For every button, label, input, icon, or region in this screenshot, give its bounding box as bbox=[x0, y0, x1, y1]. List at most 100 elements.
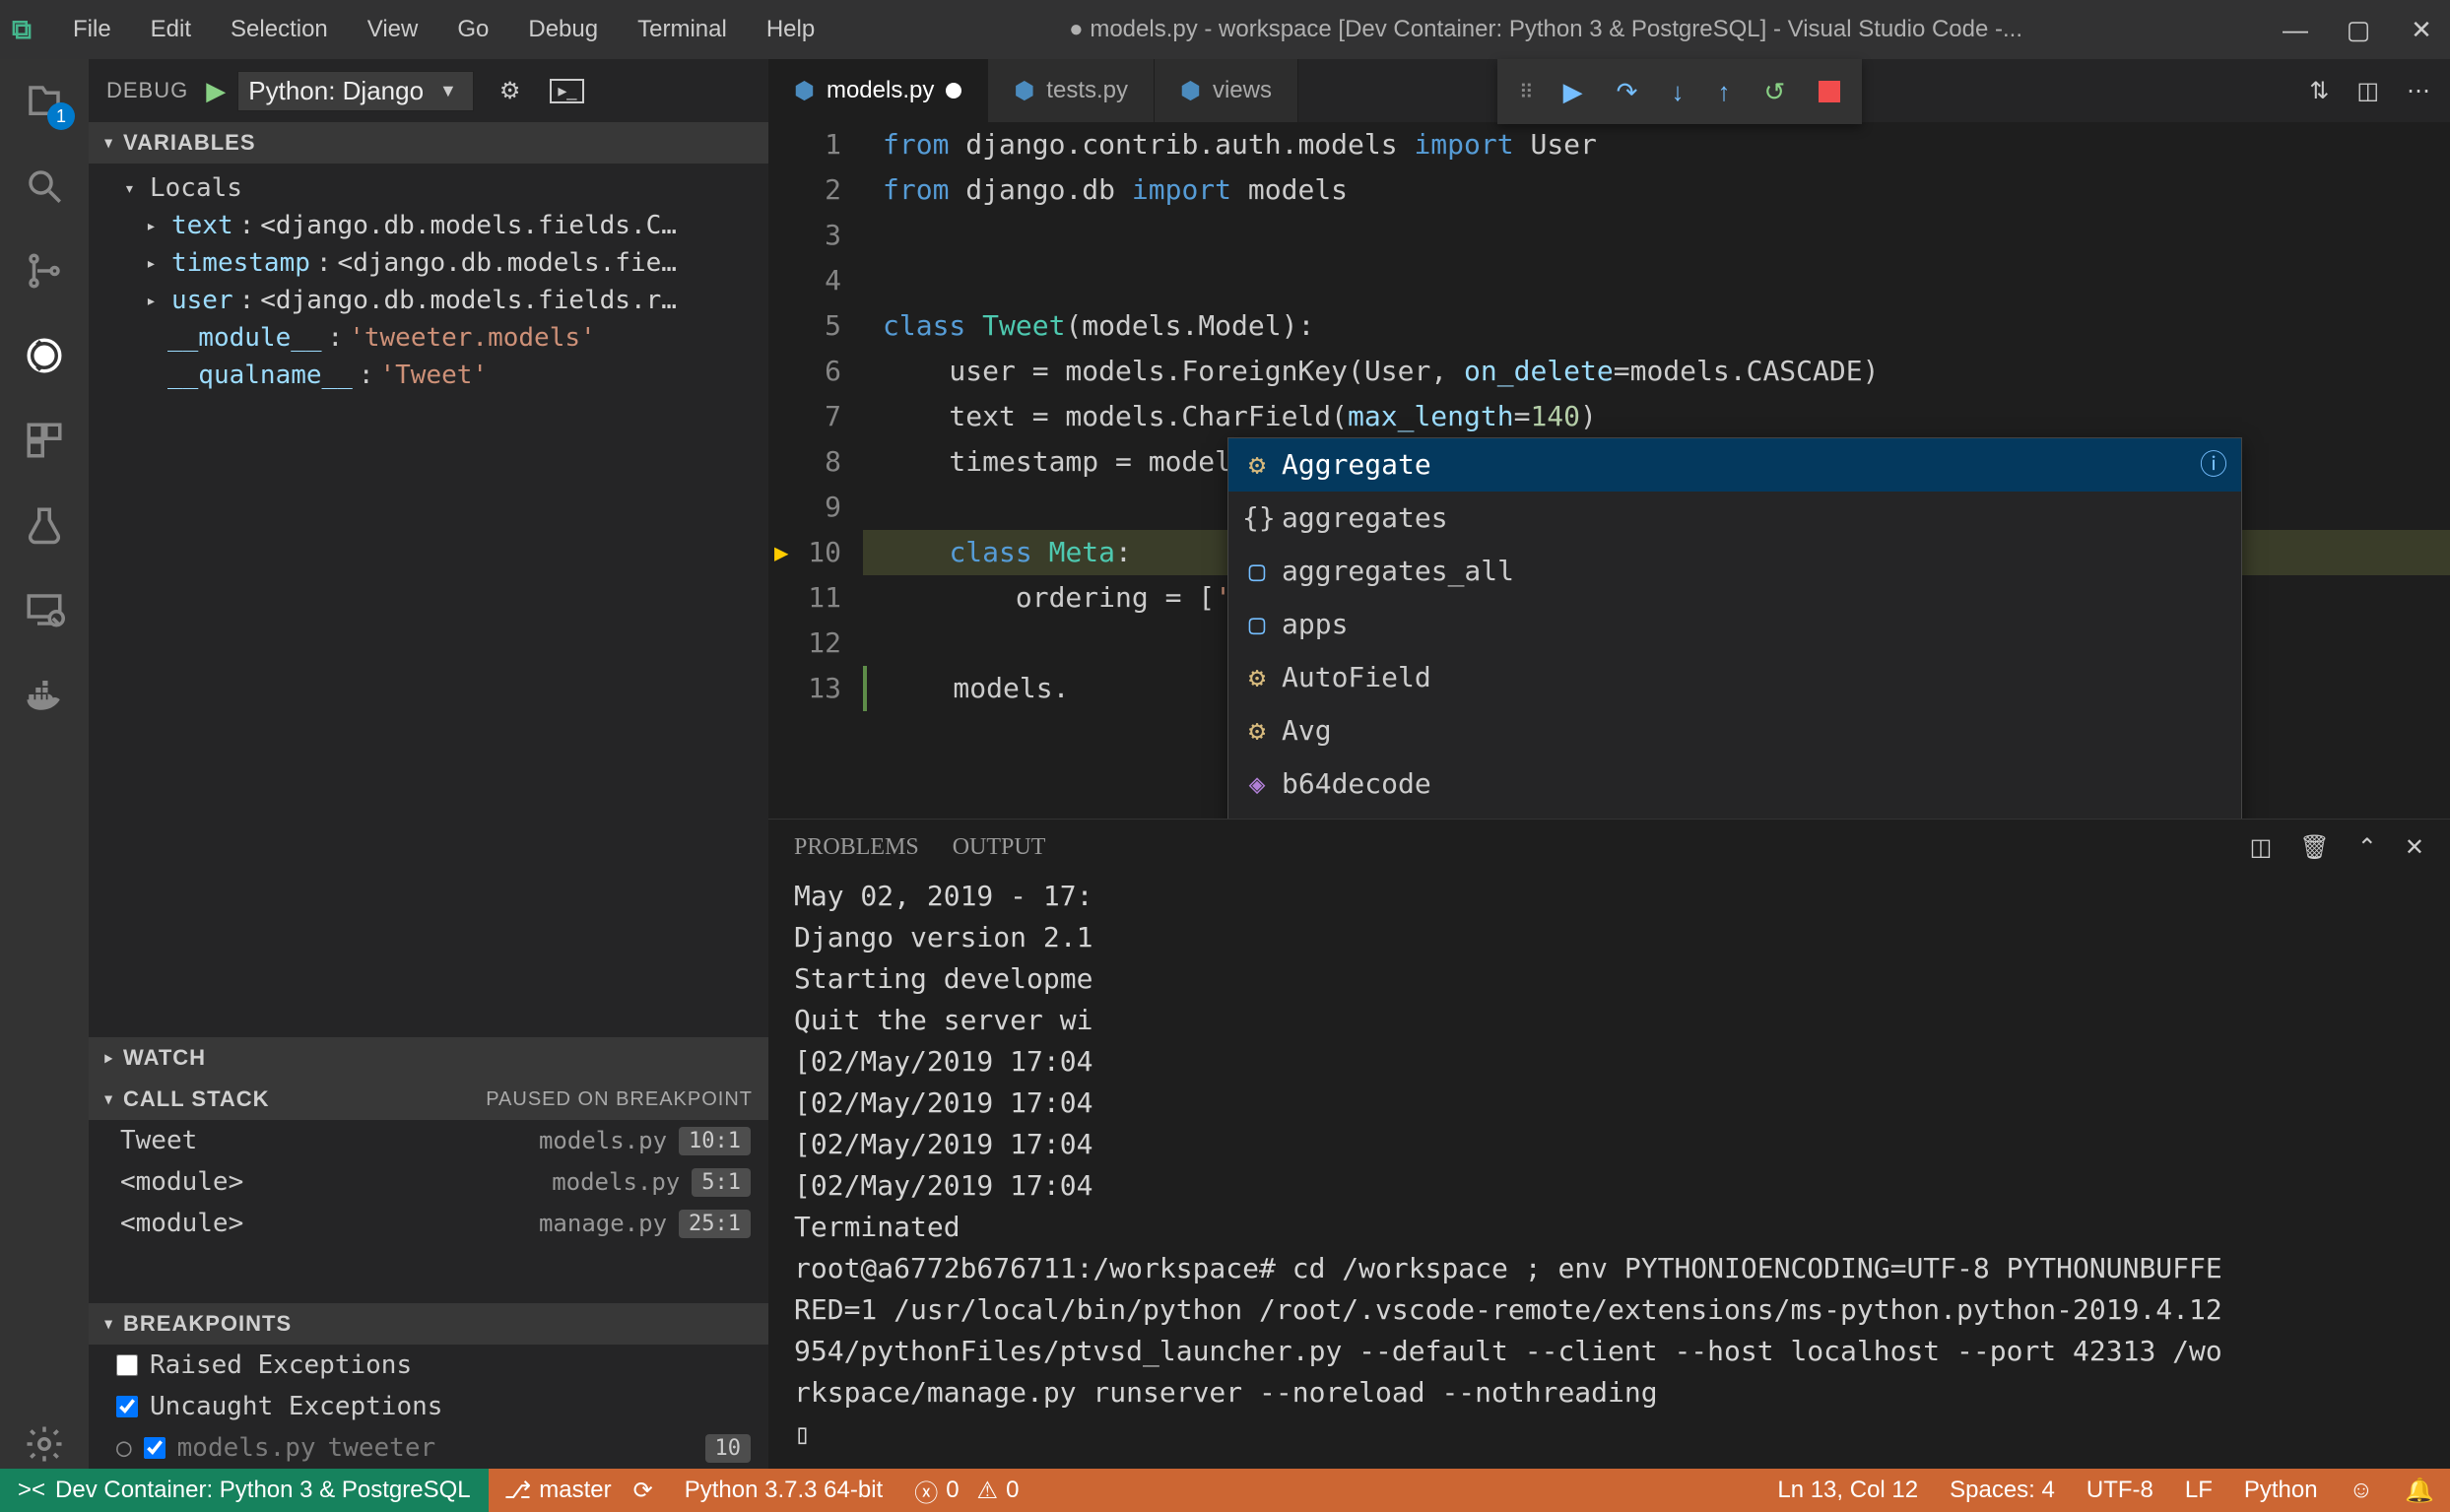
indentation[interactable]: Spaces: 4 bbox=[1934, 1477, 2071, 1504]
close-icon[interactable]: ✕ bbox=[2405, 13, 2438, 46]
bp-file[interactable]: ○ models.py tweeter 10 bbox=[89, 1427, 768, 1469]
remote-icon: >< bbox=[18, 1477, 45, 1504]
maximize-icon[interactable]: ▢ bbox=[2342, 13, 2375, 46]
problems-status[interactable]: ⓧ0 ⚠0 bbox=[898, 1474, 1034, 1508]
info-icon[interactable]: ⓘ bbox=[2200, 442, 2227, 488]
callstack-row[interactable]: Tweet models.py 10:1 bbox=[89, 1120, 768, 1161]
panel-tab-problems[interactable]: PROBLEMS bbox=[794, 834, 919, 861]
suggest-item[interactable]: ◈b64decode bbox=[1228, 757, 2241, 811]
intellisense-suggest[interactable]: ⚙Aggregateⓘ {}aggregates ▢aggregates_all… bbox=[1227, 437, 2242, 819]
suggest-item[interactable]: ⚙Avg bbox=[1228, 704, 2241, 757]
panel-close-icon[interactable]: ✕ bbox=[2405, 833, 2424, 862]
menu-debug[interactable]: Debug bbox=[510, 10, 616, 49]
git-branch[interactable]: ⎇ master ⟳ bbox=[489, 1477, 669, 1505]
test-icon[interactable] bbox=[20, 500, 69, 550]
restart-icon[interactable]: ↺ bbox=[1763, 77, 1785, 107]
settings-gear-icon[interactable] bbox=[20, 1419, 69, 1469]
panel-trash-icon[interactable]: 🗑 bbox=[2299, 833, 2329, 862]
encoding[interactable]: UTF-8 bbox=[2071, 1477, 2169, 1504]
menu-go[interactable]: Go bbox=[439, 10, 506, 49]
bp-uncaught-checkbox[interactable] bbox=[116, 1396, 138, 1417]
tab-tests[interactable]: ⬢ tests.py bbox=[988, 59, 1155, 122]
extensions-icon[interactable] bbox=[20, 416, 69, 465]
step-over-icon[interactable]: ↷ bbox=[1617, 77, 1638, 107]
callstack-title: CALL STACK bbox=[123, 1086, 270, 1112]
var-user[interactable]: ▸user: <django.db.models.fields.r… bbox=[116, 282, 768, 319]
search-icon[interactable] bbox=[20, 162, 69, 211]
suggest-item[interactable]: ◈b64encode bbox=[1228, 811, 2241, 819]
panel-split-icon[interactable]: ◫ bbox=[2250, 833, 2273, 862]
chevron-down-icon: ▾ bbox=[104, 1314, 112, 1334]
stop-icon[interactable] bbox=[1819, 81, 1840, 102]
panel: PROBLEMS OUTPUT ◫ 🗑 ⌃ ✕ May 02, 2019 - 1… bbox=[768, 819, 2450, 1469]
docker-icon[interactable] bbox=[20, 670, 69, 719]
watch-title: WATCH bbox=[123, 1045, 206, 1071]
minimize-icon[interactable]: — bbox=[2279, 13, 2312, 46]
language-mode[interactable]: Python bbox=[2228, 1477, 2334, 1504]
debug-icon[interactable] bbox=[20, 331, 69, 380]
cursor-position[interactable]: Ln 13, Col 12 bbox=[1761, 1477, 1934, 1504]
suggest-item[interactable]: ⚙Aggregateⓘ bbox=[1228, 438, 2241, 492]
menu-help[interactable]: Help bbox=[749, 10, 832, 49]
callstack-row[interactable]: <module> manage.py 25:1 bbox=[89, 1203, 768, 1244]
notifications-icon[interactable]: 🔔 bbox=[2389, 1477, 2450, 1505]
debug-config-select[interactable]: Python: Django ▼ bbox=[237, 71, 474, 111]
code-body[interactable]: from django.contrib.auth.models import U… bbox=[863, 122, 2450, 819]
step-out-icon[interactable]: ↑ bbox=[1717, 77, 1730, 107]
variables-header[interactable]: ▾ VARIABLES bbox=[89, 122, 768, 164]
tab-models[interactable]: ⬢ models.py bbox=[768, 59, 988, 122]
callstack-row[interactable]: <module> models.py 5:1 bbox=[89, 1161, 768, 1203]
grip-icon[interactable]: ⠿ bbox=[1519, 80, 1530, 104]
bp-file-checkbox[interactable] bbox=[144, 1437, 166, 1459]
split-editor-icon[interactable]: ◫ bbox=[2356, 77, 2379, 105]
debug-settings-icon[interactable]: ⚙ bbox=[499, 77, 521, 105]
compare-changes-icon[interactable]: ⇅ bbox=[2309, 77, 2329, 105]
more-actions-icon[interactable]: ⋯ bbox=[2407, 77, 2430, 105]
breakpoints-header[interactable]: ▾ BREAKPOINTS bbox=[89, 1303, 768, 1345]
bp-raised[interactable]: Raised Exceptions bbox=[89, 1345, 768, 1386]
chevron-down-icon: ▾ bbox=[104, 1089, 112, 1109]
panel-tab-output[interactable]: OUTPUT bbox=[953, 834, 1046, 861]
feedback-icon[interactable]: ☺ bbox=[2334, 1477, 2390, 1504]
dirty-indicator-icon bbox=[946, 83, 961, 99]
debug-console-icon[interactable]: ▸_ bbox=[550, 79, 584, 103]
sync-icon[interactable]: ⟳ bbox=[633, 1477, 653, 1505]
suggest-item[interactable]: {}aggregates bbox=[1228, 492, 2241, 545]
explorer-icon[interactable] bbox=[20, 77, 69, 126]
chevron-down-icon: ▼ bbox=[439, 81, 457, 101]
watch-header[interactable]: ▸ WATCH bbox=[89, 1037, 768, 1079]
eol[interactable]: LF bbox=[2169, 1477, 2228, 1504]
bp-uncaught[interactable]: Uncaught Exceptions bbox=[89, 1386, 768, 1427]
menu-terminal[interactable]: Terminal bbox=[620, 10, 745, 49]
tab-views[interactable]: ⬢ views bbox=[1155, 59, 1298, 122]
var-timestamp[interactable]: ▸timestamp: <django.db.models.fie… bbox=[116, 244, 768, 282]
scope-locals[interactable]: ▾Locals bbox=[116, 169, 768, 207]
step-into-icon[interactable]: ↓ bbox=[1671, 77, 1684, 107]
debug-toolbar[interactable]: ⠿ ▶ ↷ ↓ ↑ ↺ bbox=[1497, 59, 1862, 124]
remote-indicator[interactable]: >< Dev Container: Python 3 & PostgreSQL bbox=[0, 1469, 489, 1512]
source-control-icon[interactable] bbox=[20, 246, 69, 296]
panel-maximize-icon[interactable]: ⌃ bbox=[2357, 833, 2377, 862]
menu-selection[interactable]: Selection bbox=[213, 10, 346, 49]
continue-icon[interactable]: ▶ bbox=[1563, 77, 1583, 107]
debug-config-value: Python: Django bbox=[248, 76, 424, 106]
var-module[interactable]: __module__: 'tweeter.models' bbox=[116, 319, 768, 357]
menu-view[interactable]: View bbox=[350, 10, 436, 49]
python-interpreter[interactable]: Python 3.7.3 64-bit bbox=[669, 1477, 898, 1504]
menu-edit[interactable]: Edit bbox=[133, 10, 209, 49]
var-text[interactable]: ▸text: <django.db.models.fields.C… bbox=[116, 207, 768, 244]
terminal[interactable]: May 02, 2019 - 17: Django version 2.1 St… bbox=[768, 876, 2450, 1469]
activity-bar bbox=[0, 59, 89, 1469]
start-debug-icon[interactable]: ▶ bbox=[206, 76, 226, 106]
menu-file[interactable]: File bbox=[55, 10, 129, 49]
bp-raised-checkbox[interactable] bbox=[116, 1354, 138, 1376]
var-qualname[interactable]: __qualname__: 'Tweet' bbox=[116, 357, 768, 394]
callstack-state: PAUSED ON BREAKPOINT bbox=[486, 1088, 753, 1111]
breakpoints-title: BREAKPOINTS bbox=[123, 1311, 292, 1337]
suggest-item[interactable]: ⚙AutoField bbox=[1228, 651, 2241, 704]
suggest-item[interactable]: ▢apps bbox=[1228, 598, 2241, 651]
suggest-item[interactable]: ▢aggregates_all bbox=[1228, 545, 2241, 598]
remote-explorer-icon[interactable] bbox=[20, 585, 69, 634]
code-editor[interactable]: 1 2 3 4 5 6 7 8 9 ▶10 11 12 13 from djan… bbox=[768, 122, 2450, 819]
callstack-header[interactable]: ▾ CALL STACK PAUSED ON BREAKPOINT bbox=[89, 1079, 768, 1120]
